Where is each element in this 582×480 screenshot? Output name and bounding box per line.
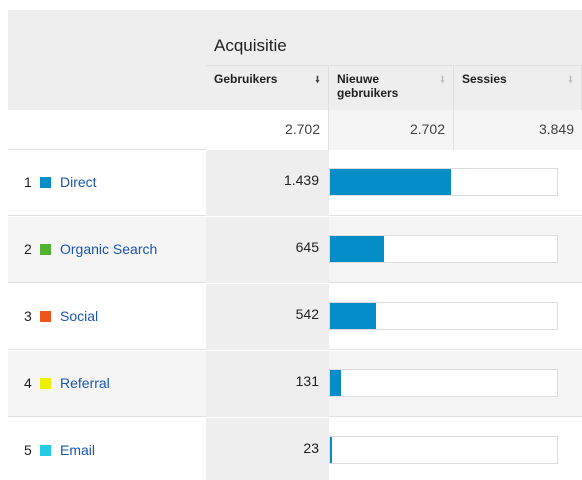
share-bar-track [329, 168, 558, 196]
table-row: 4 Referral 131 [8, 351, 582, 417]
total-users-value: 2.702 [284, 121, 320, 137]
sort-arrow-down-icon[interactable]: 🠛 [568, 73, 573, 90]
column-label-users: Gebruikers [214, 72, 278, 86]
users-cell: 23 [206, 418, 329, 480]
share-bar-fill [330, 169, 451, 195]
sort-arrow-down-icon[interactable]: 🠛 [315, 73, 320, 90]
total-new-users: 2.702 [329, 110, 454, 150]
column-label-new-users: Nieuwe gebruikers [337, 72, 399, 100]
share-bar-fill [330, 370, 341, 396]
share-bar-fill [330, 437, 332, 463]
table-row: 2 Organic Search 645 [8, 217, 582, 283]
source-link[interactable]: Direct [60, 174, 97, 190]
column-label-sessions: Sessies [462, 72, 507, 86]
users-value: 645 [295, 239, 319, 255]
source-link[interactable]: Email [60, 442, 95, 458]
users-value: 131 [295, 373, 319, 389]
table-row: 5 Email 23 [8, 418, 582, 480]
column-header-sessions[interactable]: Sessies 🠛 [454, 66, 582, 110]
users-cell: 131 [206, 351, 329, 417]
source-link[interactable]: Organic Search [60, 241, 157, 257]
row-rank: 5 [24, 442, 32, 458]
row-rank: 4 [24, 375, 32, 391]
total-users: 2.702 [206, 110, 329, 150]
acquisition-title: Acquisitie [214, 36, 287, 55]
column-header-users[interactable]: Gebruikers 🠛 [206, 66, 329, 110]
legend-swatch-icon [40, 378, 51, 389]
legend-swatch-icon [40, 244, 51, 255]
share-bar-track [329, 369, 558, 397]
users-value: 23 [303, 440, 319, 456]
share-bar-fill [330, 236, 384, 262]
users-cell: 542 [206, 284, 329, 350]
share-bar-track [329, 436, 558, 464]
table-row: 1 Direct 1.439 [8, 150, 582, 216]
share-bar-fill [330, 303, 376, 329]
users-cell: 645 [206, 217, 329, 283]
share-bar-track [329, 235, 558, 263]
total-sessions-value: 3.849 [538, 121, 574, 137]
table-row: 3 Social 542 [8, 284, 582, 350]
users-value: 1.439 [283, 172, 319, 188]
users-cell: 1.439 [206, 150, 329, 216]
row-rank: 3 [24, 308, 32, 324]
source-link[interactable]: Social [60, 308, 98, 324]
sort-arrow-down-icon[interactable]: 🠛 [440, 73, 445, 90]
legend-swatch-icon [40, 177, 51, 188]
column-header-new-users[interactable]: Nieuwe gebruikers 🠛 [329, 66, 454, 110]
share-bar-track [329, 302, 558, 330]
acquisition-table: Acquisitie Gebruikers 🠛 Nieuwe gebruiker… [8, 10, 582, 480]
users-value: 542 [295, 306, 319, 322]
row-rank: 2 [24, 241, 32, 257]
total-new-users-value: 2.702 [409, 121, 445, 137]
legend-swatch-icon [40, 445, 51, 456]
total-sessions: 3.849 [454, 110, 582, 150]
row-rank: 1 [24, 174, 32, 190]
dimension-header [8, 10, 206, 110]
legend-swatch-icon [40, 311, 51, 322]
source-link[interactable]: Referral [60, 375, 110, 391]
